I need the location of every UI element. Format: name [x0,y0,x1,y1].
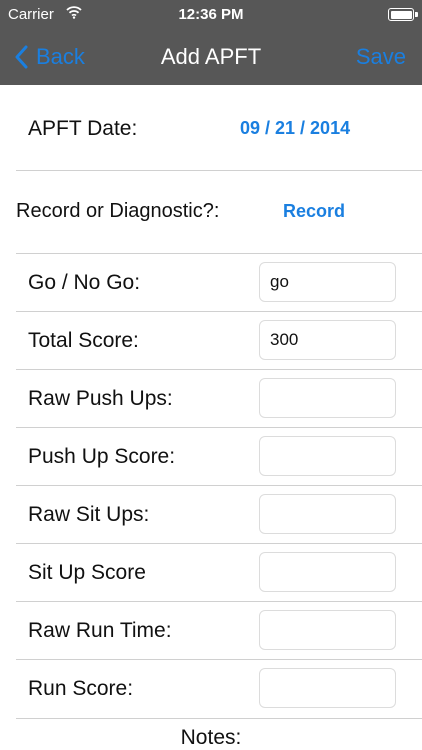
run-score-row: Run Score: [0,659,422,717]
divider [16,253,422,254]
raw-push-ups-row: Raw Push Ups: [0,369,422,427]
sit-up-score-input[interactable] [259,552,396,592]
sit-up-score-row: Sit Up Score [0,543,422,601]
divider [16,485,422,486]
battery-icon [388,8,418,21]
go-no-go-label: Go / No Go: [28,271,141,294]
divider [16,311,422,312]
divider [16,427,422,428]
sit-up-score-label: Sit Up Score [28,561,146,584]
record-diagnostic-selector[interactable]: Record [283,201,345,222]
status-bar: Carrier 12:36 PM [0,0,422,30]
notes-label: Notes: [180,726,242,749]
record-diagnostic-row: Record or Diagnostic?: Record [0,171,422,253]
push-up-score-row: Push Up Score: [0,427,422,485]
go-no-go-row: Go / No Go: [0,253,422,311]
divider [16,543,422,544]
raw-run-time-row: Raw Run Time: [0,601,422,659]
run-score-input[interactable] [259,668,396,708]
apft-date-value[interactable]: 09 / 21 / 2014 [240,118,350,139]
total-score-label: Total Score: [28,329,139,352]
total-score-input[interactable] [259,320,396,360]
divider [16,601,422,602]
raw-sit-ups-row: Raw Sit Ups: [0,485,422,543]
apft-date-label: APFT Date: [28,117,138,140]
raw-sit-ups-label: Raw Sit Ups: [28,503,150,526]
status-time: 12:36 PM [178,6,244,23]
raw-run-time-label: Raw Run Time: [28,619,172,642]
go-no-go-input[interactable] [259,262,396,302]
raw-push-ups-label: Raw Push Ups: [28,387,173,410]
run-score-label: Run Score: [28,677,134,700]
navigation-bar: Back Add APFT Save [0,30,422,85]
raw-run-time-input[interactable] [259,610,396,650]
divider [16,659,422,660]
divider [16,718,422,719]
raw-push-ups-input[interactable] [259,378,396,418]
divider [16,369,422,370]
record-diagnostic-label: Record or Diagnostic?: [16,200,220,222]
apft-date-row: APFT Date: 09 / 21 / 2014 [0,85,422,171]
push-up-score-label: Push Up Score: [28,445,176,468]
save-button[interactable]: Save [356,44,406,70]
push-up-score-input[interactable] [259,436,396,476]
raw-sit-ups-input[interactable] [259,494,396,534]
total-score-row: Total Score: [0,311,422,369]
